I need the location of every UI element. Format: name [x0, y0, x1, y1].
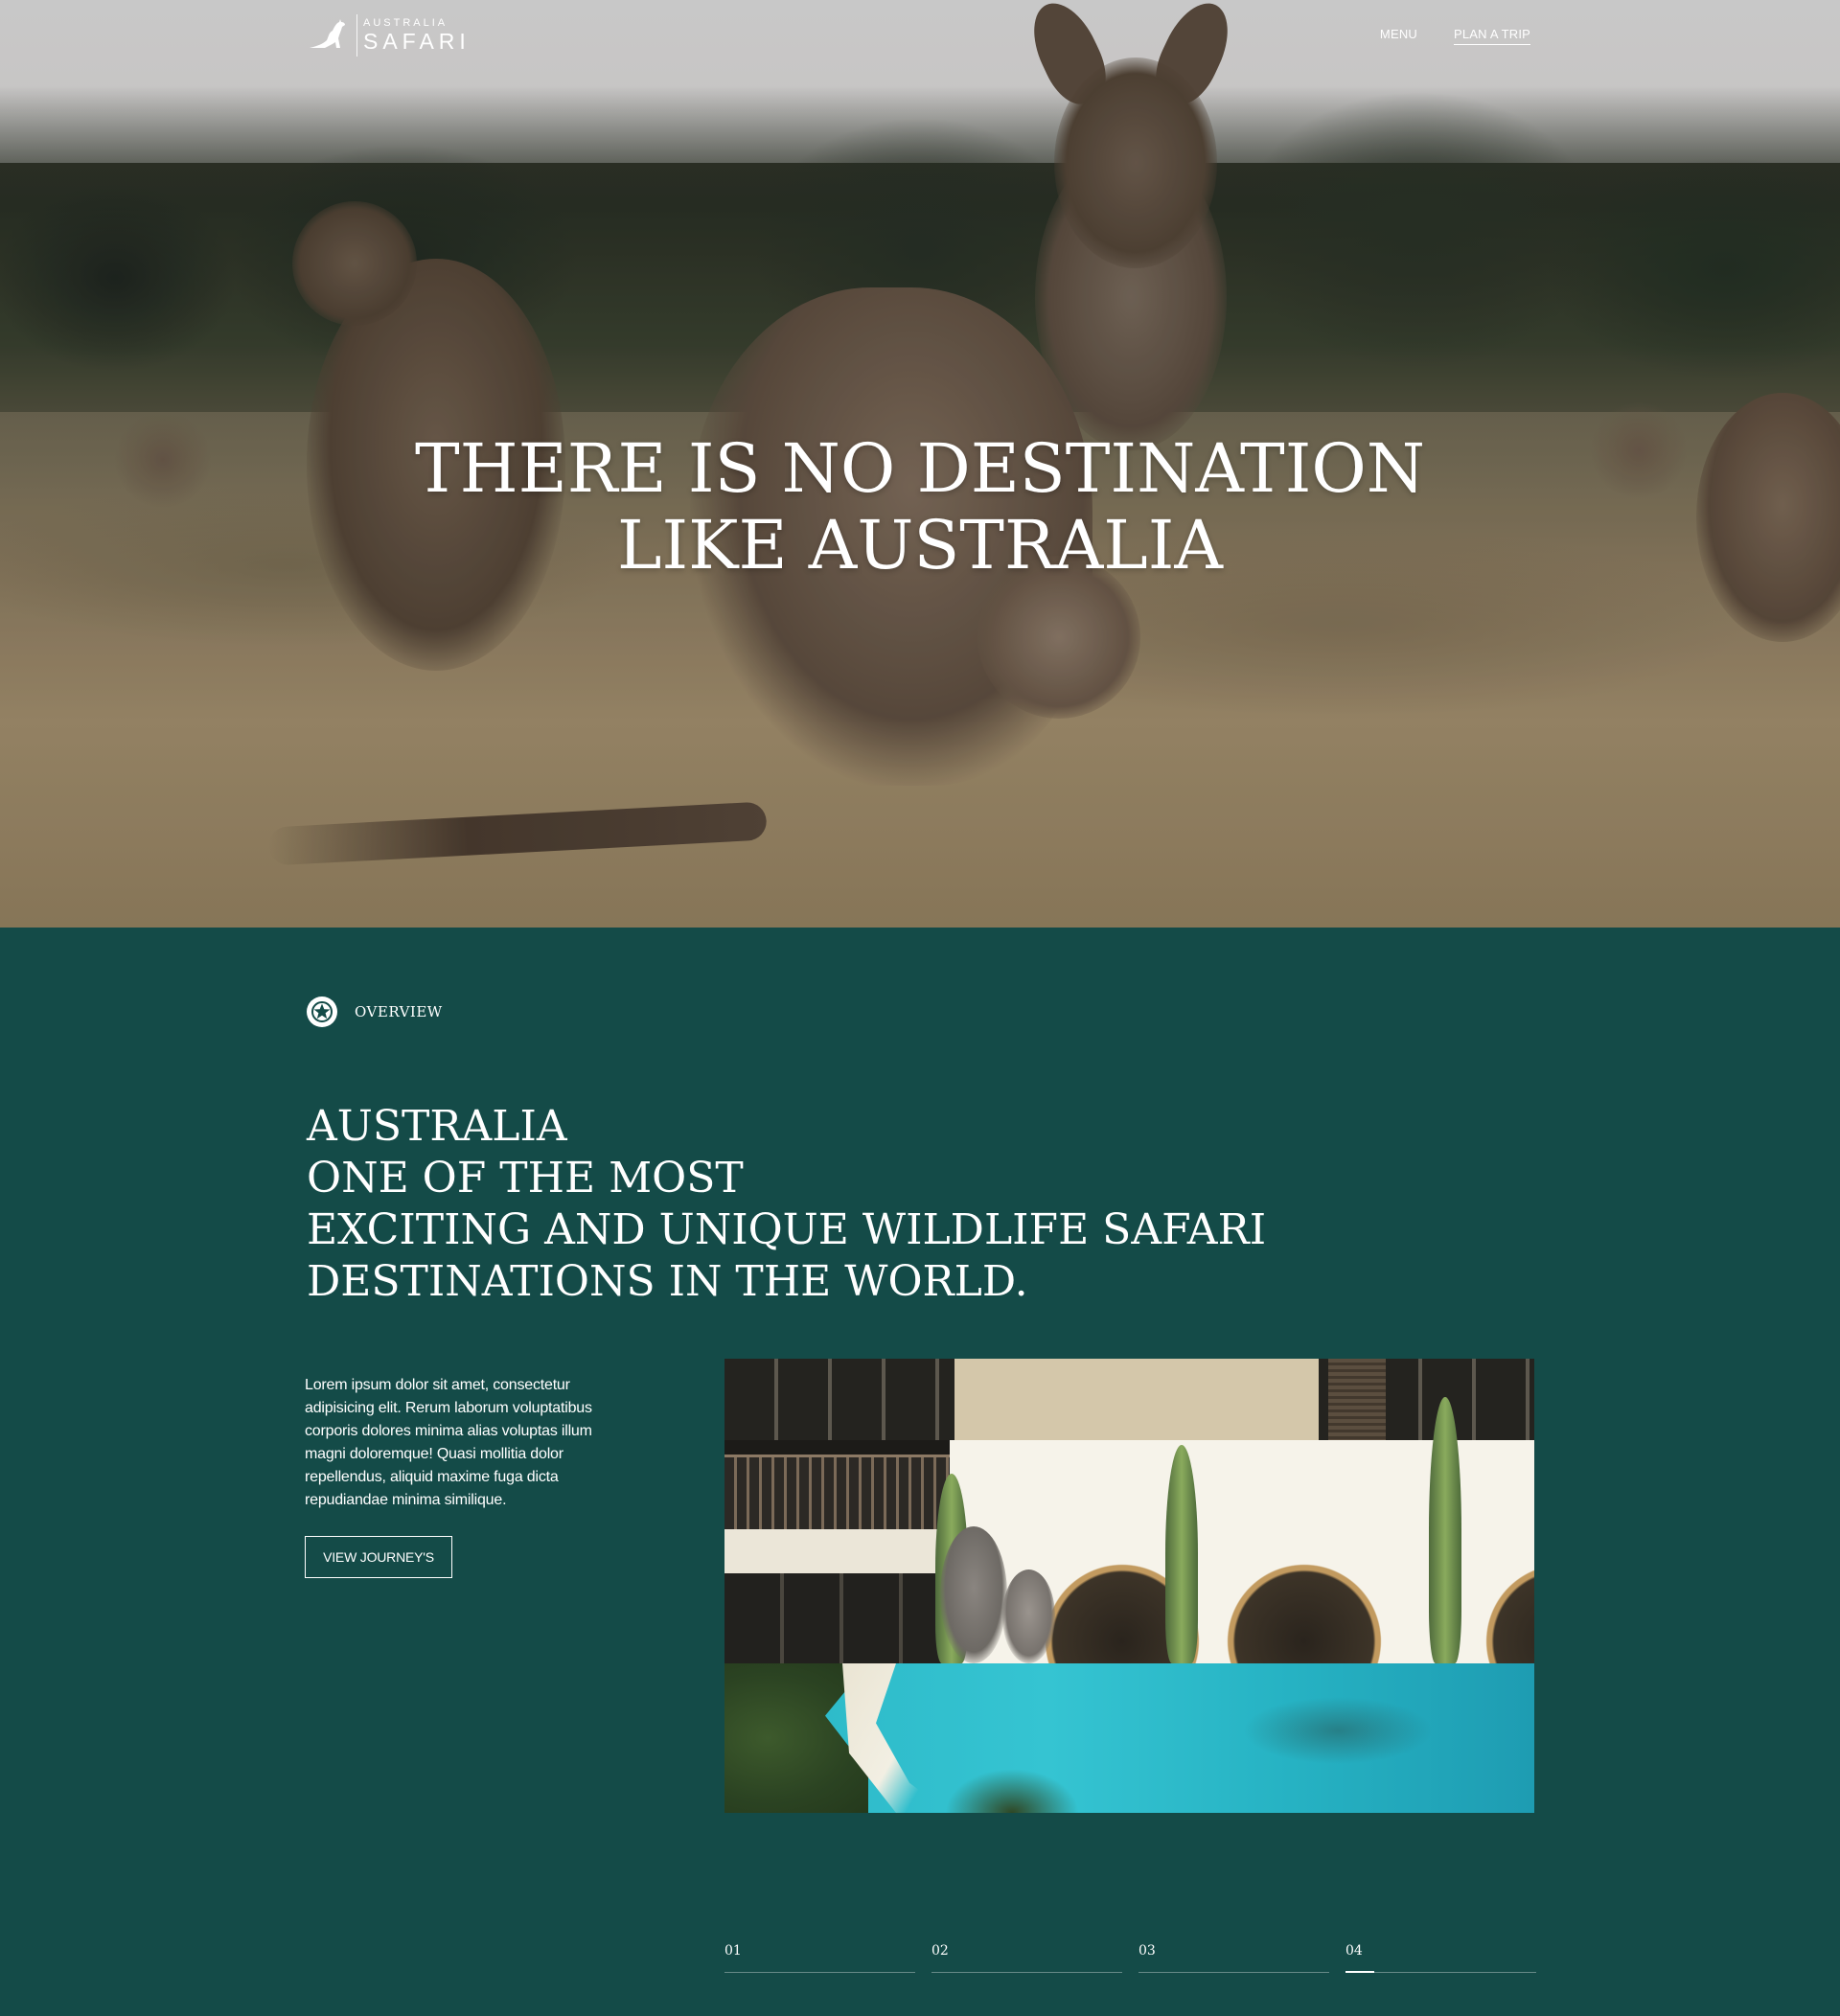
site-logo[interactable]: AUSTRALIA SAFARI — [307, 13, 471, 57]
overview-heading-line: ONE OF THE MOST — [307, 1153, 744, 1203]
logo-divider — [356, 14, 357, 57]
compass-star-icon — [307, 997, 337, 1027]
main-nav: MENU PLAN A TRIP — [1380, 27, 1530, 45]
slide-tab-01[interactable]: 01 — [724, 1943, 915, 1973]
plan-a-trip-link[interactable]: PLAN A TRIP — [1454, 27, 1530, 45]
kangaroo-icon — [307, 16, 351, 55]
hero-title-line: THERE IS NO DESTINATION — [414, 428, 1426, 508]
overview-heading: AUSTRALIA ONE OF THE MOST EXCITING AND U… — [307, 1101, 1266, 1308]
logo-bottom-text: SAFARI — [363, 29, 471, 54]
hero-title-line: LIKE AUSTRALIA — [617, 505, 1223, 584]
overview-label: OVERVIEW — [355, 1003, 443, 1020]
destination-image-collage — [724, 1359, 1534, 1813]
hero-title: THERE IS NO DESTINATION LIKE AUSTRALIA — [0, 430, 1840, 584]
menu-link[interactable]: MENU — [1380, 27, 1417, 45]
slide-tab-04[interactable]: 04 — [1346, 1943, 1536, 1973]
slide-tabs: 01 02 03 04 — [724, 1943, 1536, 1973]
intro-paragraph: Lorem ipsum dolor sit amet, consectetur … — [305, 1377, 592, 1508]
hotel-kangaroo-image — [724, 1359, 1534, 1663]
logo-wordmark: AUSTRALIA SAFARI — [363, 18, 471, 53]
slide-tab-03[interactable]: 03 — [1138, 1943, 1329, 1973]
view-journeys-button[interactable]: VIEW JOURNEY'S — [305, 1536, 452, 1578]
slide-tab-02[interactable]: 02 — [932, 1943, 1122, 1973]
overview-heading-line: DESTINATIONS IN THE WORLD. — [307, 1256, 1028, 1306]
hero-section: AUSTRALIA SAFARI MENU PLAN A TRIP THERE … — [0, 0, 1840, 928]
overview-eyebrow: OVERVIEW — [307, 997, 443, 1027]
overview-heading-line: AUSTRALIA — [307, 1101, 567, 1151]
overview-heading-line: EXCITING AND UNIQUE WILDLIFE SAFARI — [307, 1204, 1267, 1254]
logo-top-text: AUSTRALIA — [363, 17, 448, 29]
beach-aerial-image — [724, 1663, 1534, 1813]
